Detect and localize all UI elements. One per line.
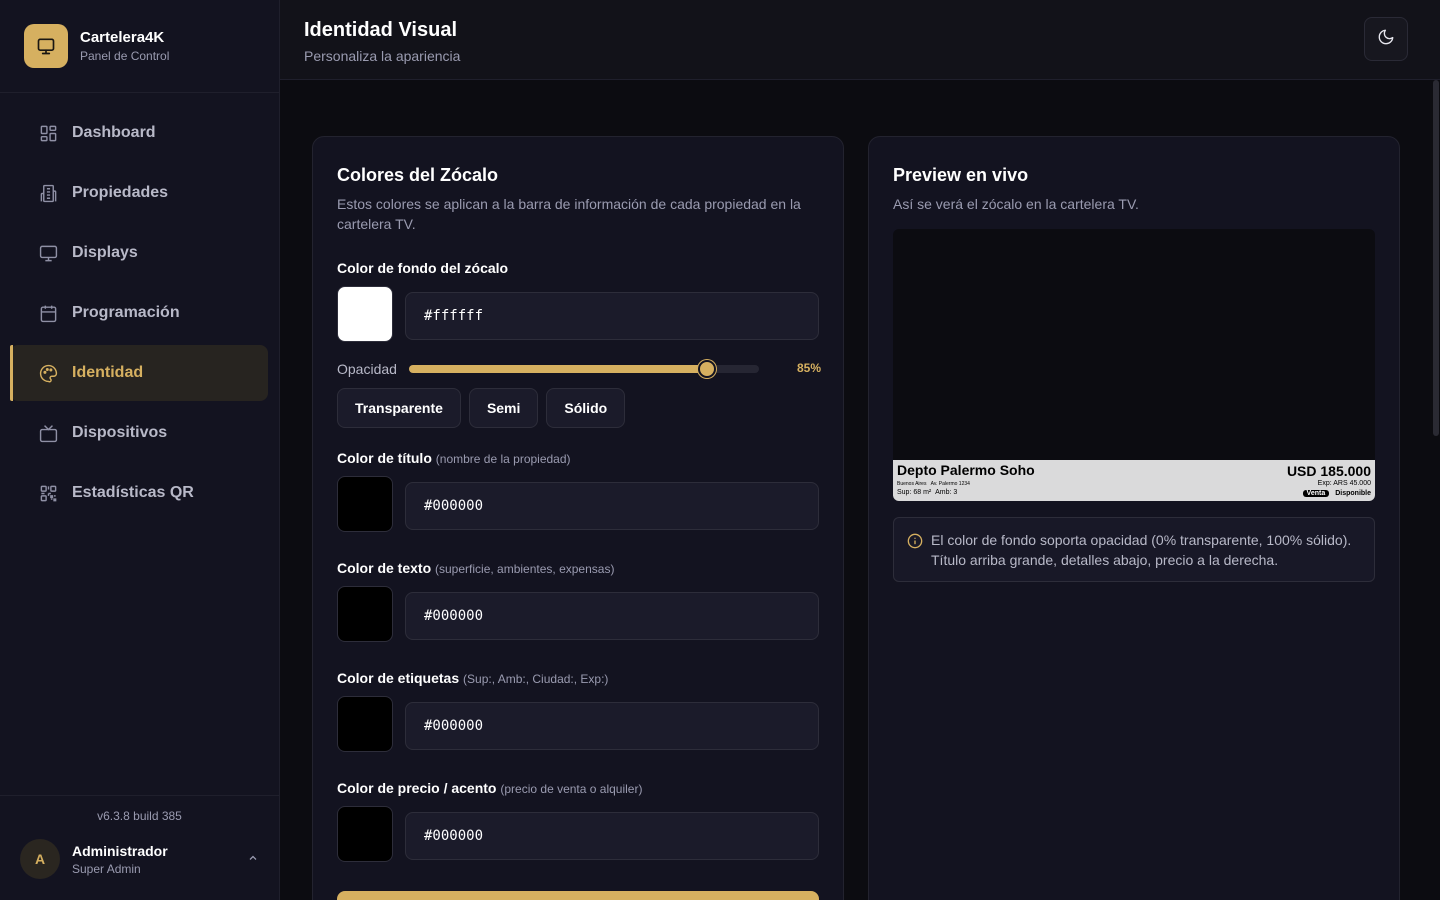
text-color-swatch[interactable] — [337, 586, 393, 642]
moon-icon — [1377, 28, 1395, 51]
zocalo-surface: Sup: 68 m² — [897, 489, 932, 496]
tv-preview: Depto Palermo Soho Buenos Aires Av. Pale… — [893, 229, 1375, 501]
text-color-hint: (superficie, ambientes, expensas) — [435, 562, 615, 576]
page-title: Identidad Visual — [304, 19, 457, 41]
chevron-up-icon[interactable] — [247, 852, 259, 867]
zocalo-city: Buenos Aires — [897, 481, 927, 487]
title-color-label-text: Color de título — [337, 450, 432, 466]
sidebar-item-dispositivos[interactable]: Dispositivos — [10, 405, 268, 461]
sidebar-item-dashboard[interactable]: Dashboard — [10, 105, 268, 161]
monitor-logo-icon — [24, 24, 68, 68]
tags-color-swatch[interactable] — [337, 696, 393, 752]
opacity-slider-row: Opacidad 85% — [337, 359, 821, 379]
status-badge: Disponible — [1335, 490, 1371, 497]
colors-card-description: Estos colores se aplican a la barra de i… — [337, 196, 801, 232]
preview-card-description: Así se verá el zócalo en la cartelera TV… — [893, 196, 1139, 212]
qr-code-icon — [38, 483, 58, 503]
sidebar-item-label: Identidad — [72, 364, 144, 381]
colors-card: Colores del Zócalo Estos colores se apli… — [312, 136, 844, 900]
page-header: Identidad Visual Personaliza la aparienc… — [280, 0, 1440, 80]
preset-transparente-button[interactable]: Transparente — [337, 388, 461, 428]
theme-toggle-button[interactable] — [1364, 17, 1408, 61]
title-color-hint: (nombre de la propiedad) — [435, 452, 571, 466]
zocalo-price: USD 185.000 — [1286, 463, 1371, 479]
brand: Cartelera4K Panel de Control — [0, 0, 279, 93]
sidebar-item-label: Displays — [72, 244, 138, 261]
sidebar-item-label: Dashboard — [72, 124, 156, 141]
title-color-label: Color de título (nombre de la propiedad) — [337, 450, 571, 466]
sidebar-item-label: Estadísticas QR — [72, 484, 194, 501]
user-name: Administrador — [72, 842, 168, 859]
opacity-presets: Transparente Semi Sólido — [337, 388, 626, 428]
preset-solido-button[interactable]: Sólido — [546, 388, 626, 428]
text-color-label-text: Color de texto — [337, 560, 432, 576]
title-color-input[interactable] — [405, 482, 819, 530]
sidebar-item-label: Dispositivos — [72, 424, 168, 441]
tv-icon — [38, 423, 58, 443]
text-color-input[interactable] — [405, 592, 819, 640]
zocalo-rooms: Amb: 3 — [935, 489, 958, 496]
sidebar-item-estadisticas-qr[interactable]: Estadísticas QR — [10, 465, 268, 521]
palette-icon — [38, 363, 58, 383]
preview-card-title: Preview en vivo — [893, 165, 1029, 185]
scrollbar-thumb[interactable] — [1433, 80, 1439, 436]
sidebar: Cartelera4K Panel de Control Dashboard P… — [0, 0, 280, 900]
tags-color-input[interactable] — [405, 702, 819, 750]
title-color-swatch[interactable] — [337, 476, 393, 532]
sidebar-item-label: Programación — [72, 304, 180, 321]
price-color-swatch[interactable] — [337, 806, 393, 862]
save-button[interactable] — [337, 891, 819, 900]
sidebar-footer: v6.3.8 build 385 A Administrador Super A… — [0, 795, 279, 900]
opacity-value: 85% — [796, 361, 821, 375]
price-color-hint: (precio de venta o alquiler) — [500, 782, 643, 796]
sidebar-nav: Dashboard Propiedades Displays Programac… — [0, 93, 279, 521]
monitor-icon — [38, 243, 58, 263]
info-text: El color de fondo soporta opacidad (0% t… — [931, 532, 1352, 568]
calendar-icon — [38, 303, 58, 323]
opacity-slider-fill — [409, 365, 707, 373]
opacity-label: Opacidad — [337, 361, 397, 377]
user-menu[interactable]: A Administrador Super Admin — [0, 839, 279, 879]
zocalo-details: Sup: 68 m² Amb: 3 — [897, 489, 957, 496]
building-icon — [38, 183, 58, 203]
sidebar-item-propiedades[interactable]: Propiedades — [10, 165, 268, 221]
sidebar-item-identidad[interactable]: Identidad — [10, 345, 268, 401]
zocalo-location: Buenos Aires Av. Palermo 1234 — [897, 481, 970, 487]
info-icon — [907, 533, 923, 554]
tags-color-label: Color de etiquetas (Sup:, Amb:, Ciudad:,… — [337, 670, 608, 686]
tags-color-hint: (Sup:, Amb:, Ciudad:, Exp:) — [463, 672, 609, 686]
background-color-label: Color de fondo del zócalo — [337, 260, 509, 276]
price-color-label: Color de precio / acento (precio de vent… — [337, 780, 642, 796]
sidebar-item-label: Propiedades — [72, 184, 169, 201]
sidebar-item-displays[interactable]: Displays — [10, 225, 268, 281]
opacity-slider[interactable] — [409, 360, 759, 378]
preview-card: Preview en vivo Así se verá el zócalo en… — [868, 136, 1400, 900]
grid-icon — [38, 123, 58, 143]
opacity-slider-thumb[interactable] — [697, 360, 716, 378]
background-color-swatch[interactable] — [337, 286, 393, 342]
version-label: v6.3.8 build 385 — [97, 809, 182, 823]
zocalo-bar: Depto Palermo Soho Buenos Aires Av. Pale… — [893, 460, 1375, 501]
price-color-label-text: Color de precio / acento — [337, 780, 497, 796]
preset-semi-button[interactable]: Semi — [468, 388, 539, 428]
avatar: A — [20, 839, 60, 879]
operation-badge: Venta — [1302, 490, 1330, 497]
user-role: Super Admin — [72, 861, 141, 876]
zocalo-title: Depto Palermo Soho — [897, 462, 1035, 478]
colors-card-title: Colores del Zócalo — [337, 165, 499, 185]
info-note: El color de fondo soporta opacidad (0% t… — [893, 517, 1375, 582]
zocalo-expenses: Exp: ARS 45.000 — [1317, 480, 1371, 487]
background-color-input[interactable] — [405, 292, 819, 340]
text-color-label: Color de texto (superficie, ambientes, e… — [337, 560, 614, 576]
zocalo-badges: Venta Disponible — [1302, 490, 1371, 497]
page-subtitle: Personaliza la apariencia — [304, 48, 461, 64]
app-name: Cartelera4K — [80, 29, 165, 46]
sidebar-item-programacion[interactable]: Programación — [10, 285, 268, 341]
tags-color-label-text: Color de etiquetas — [337, 670, 460, 686]
zocalo-address: Av. Palermo 1234 — [930, 481, 970, 487]
app-subtitle: Panel de Control — [80, 49, 170, 63]
price-color-input[interactable] — [405, 812, 819, 860]
